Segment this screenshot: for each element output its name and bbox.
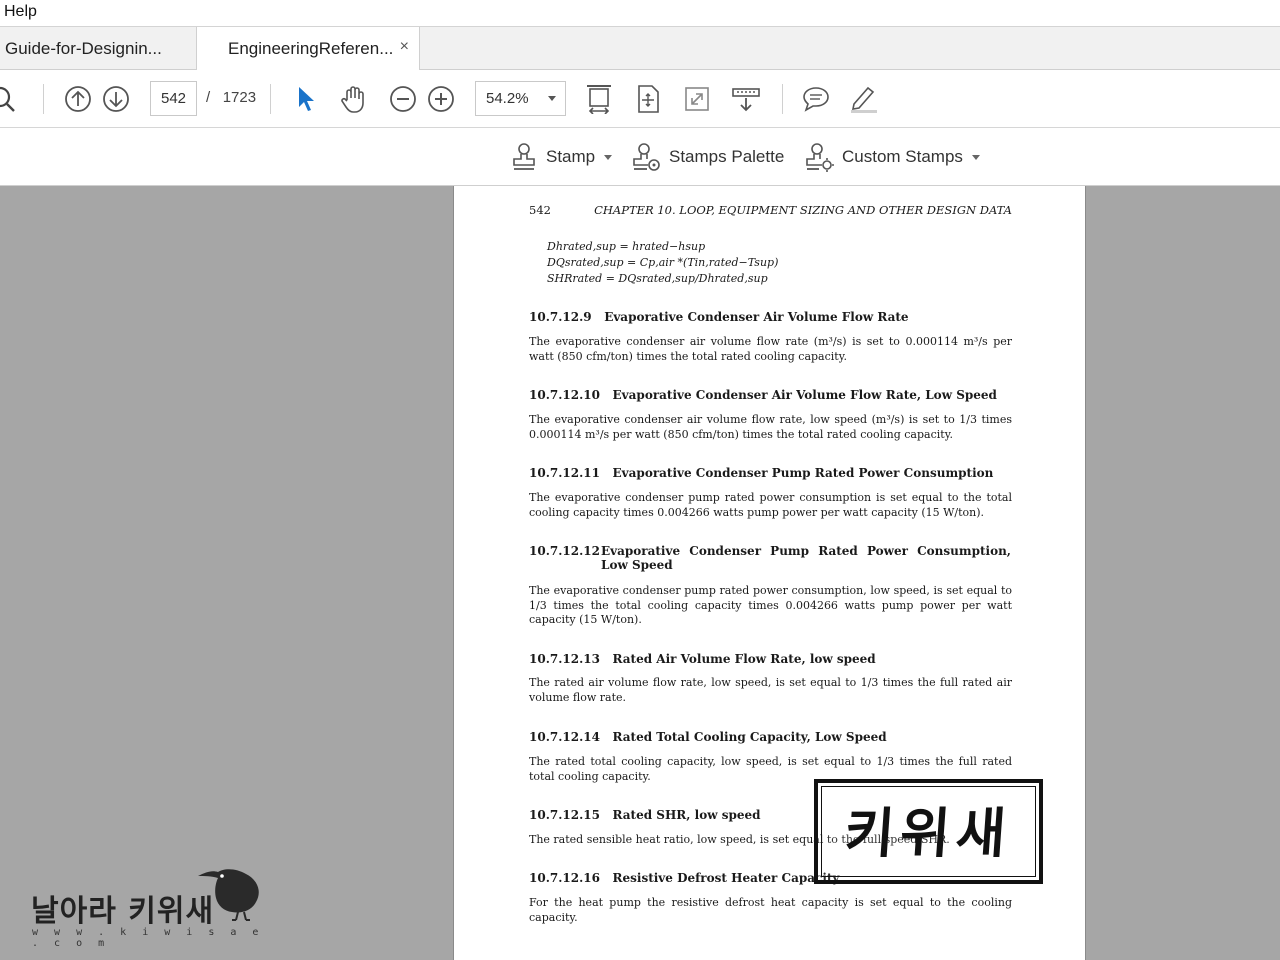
section-heading: 10.7.12.10 Evaporative Condenser Air Vol… [529,388,997,402]
stamps-palette-button[interactable]: Stamps Palette [631,140,784,174]
toolbar-divider [43,84,44,114]
watermark-logo: 날아라 키위새 w w w . k i w i s a e . c o m [28,862,268,949]
page-count: / 1723 [206,89,257,106]
menu-help[interactable]: Help [4,3,37,21]
read-mode-icon[interactable] [729,82,763,116]
section-body: For the heat pump the resistive defrost … [529,896,1012,924]
section-body: The evaporative condenser air volume flo… [529,335,1012,363]
section-heading: 10.7.12.13 Rated Air Volume Flow Rate, l… [529,652,876,666]
section-heading: 10.7.12.9 Evaporative Condenser Air Volu… [529,310,909,324]
toolbar-divider [270,84,271,114]
chevron-down-icon [604,154,613,160]
equation-line: DQsrated,sup = Cp,air *(Tin,rated−Tsup) [547,256,779,269]
tab-label: EngineeringReferen... [228,39,394,58]
chapter-title: CHAPTER 10. LOOP, EQUIPMENT SIZING AND O… [594,203,1012,217]
custom-stamps-button[interactable]: Custom Stamps [804,140,980,174]
equation-line: SHRrated = DQsrated,sup/Dhrated,sup [547,272,768,285]
section-heading: 10.7.12.11 Evaporative Condenser Pump Ra… [529,466,994,480]
tab-bar: Guide-for-Designin... EngineeringReferen… [0,26,1280,71]
tab-guide[interactable]: Guide-for-Designin... [0,27,196,70]
rotate-page-icon[interactable] [631,82,665,116]
section-body: The rated air volume flow rate, low spee… [529,676,1012,704]
section-heading: 10.7.12.12Evaporative Condenser Pump Rat… [529,544,1011,572]
tab-label: Guide-for-Designin... [5,38,162,58]
section-heading: 10.7.12.14 Rated Total Cooling Capacity,… [529,730,887,744]
document-viewport[interactable]: 542 CHAPTER 10. LOOP, EQUIPMENT SIZING A… [0,186,1280,960]
main-toolbar: 542 / 1723 54.2% [0,70,1280,128]
toolbar-divider [782,84,783,114]
chevron-down-icon [548,96,556,101]
next-page-icon[interactable] [99,82,133,116]
zoom-level-select[interactable]: 54.2% [475,81,566,116]
watermark-title: 날아라 키위새 [31,894,215,929]
full-screen-icon[interactable] [680,82,714,116]
section-body: The evaporative condenser pump rated pow… [529,584,1012,626]
tab-engineering-reference[interactable]: EngineeringReferen... × [196,27,420,71]
stamp-icon [513,143,535,170]
page-number: 542 [529,203,551,217]
search-icon[interactable] [0,82,20,116]
zoom-in-icon[interactable] [424,82,458,116]
zoom-out-icon[interactable] [386,82,420,116]
stamps-palette-icon [633,143,660,171]
close-tab-icon[interactable]: × [400,38,409,56]
watermark-url: w w w . k i w i s a e . c o m [32,927,264,949]
stamp-button[interactable]: Stamp [510,140,613,174]
section-body: The evaporative condenser air volume flo… [529,413,1012,441]
custom-stamps-icon [806,143,834,172]
chevron-down-icon [971,154,980,160]
highlight-pen-icon[interactable] [847,82,881,116]
stamp-toolbar: Stamp Stamps Palette Custom Stamps [0,128,1280,186]
comment-icon[interactable] [799,82,833,116]
section-body: The evaporative condenser pump rated pow… [529,491,1012,519]
stamp-text: 키위새 [842,802,1014,865]
fit-page-icon[interactable] [582,82,616,116]
menu-bar: Help [0,0,1280,26]
page-number-input[interactable]: 542 [150,81,197,116]
equation-line: Dhrated,sup = hrated−hsup [547,240,706,253]
placed-stamp[interactable]: 키위새 [814,779,1043,884]
previous-page-icon[interactable] [61,82,95,116]
select-tool-icon[interactable] [289,82,323,116]
hand-tool-icon[interactable] [337,82,371,116]
